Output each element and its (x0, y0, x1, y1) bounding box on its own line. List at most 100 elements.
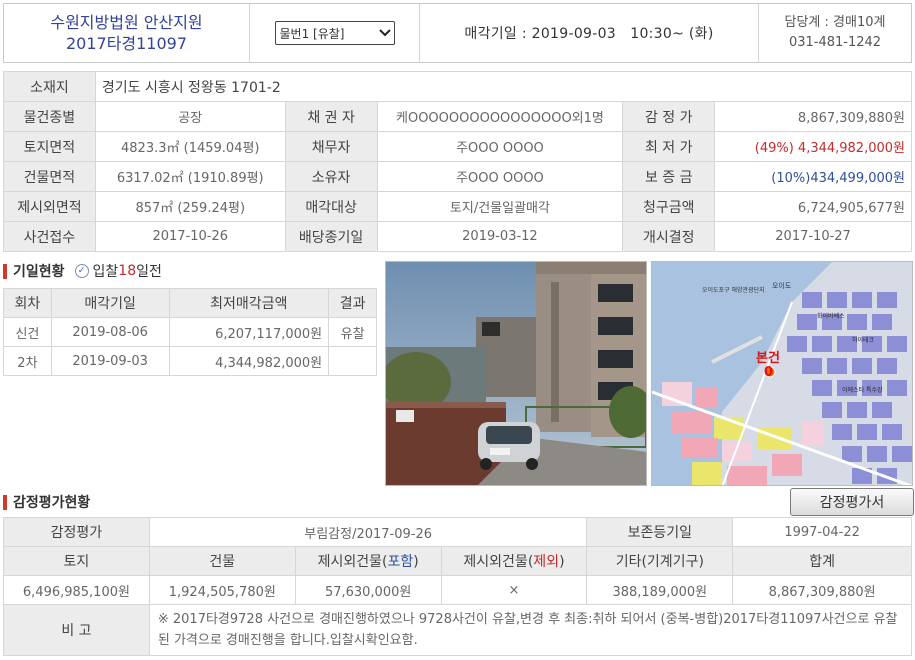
map-marker-label: 본건 (756, 350, 780, 366)
appraisal-table: 감정평가 부림감정/2017-09-26 보존등기일 1997-04-22 토지… (3, 517, 913, 656)
date-cell: 2019-09-03 (50, 346, 170, 376)
appraisal-report-button[interactable]: 감정평가서 (790, 488, 914, 516)
registration-date: 1997-04-22 (732, 517, 912, 547)
sale-date-label: 매각기일 : (464, 26, 532, 42)
section-marker (3, 263, 7, 279)
table-row: 신건 2019-08-06 6,207,117,000원 유찰 (3, 317, 377, 347)
info-label: 물건종별 (3, 101, 96, 132)
map-illustration: 본건 0 오이도 오이도포구 해양관광단지 화이바쎄스 하이테크 이에스티 특수… (652, 262, 912, 485)
price-cell: 6,207,117,000원 (168, 317, 330, 347)
sale-date-block: 매각기일 : 2019-09-03 10:30~ (화) (420, 4, 759, 62)
map-place-label: 화이바쎄스 (817, 312, 845, 320)
info-label: 채 권 자 (284, 101, 378, 132)
info-value: 케OOOOOOOOOOOOOOOO외1명 (376, 101, 624, 132)
table-row: 6,496,985,100원 1,924,505,780원 57,630,000… (3, 575, 912, 605)
info-value: 주OOO OOOO (376, 161, 624, 192)
registration-label: 보존등기일 (586, 517, 734, 547)
header-text: ) (559, 554, 565, 570)
value-cell: 57,630,000원 (294, 575, 442, 605)
map-place-label: 하이테크 (852, 336, 875, 344)
item-select-value: 물번1 [유찰] (279, 26, 345, 41)
info-value: 토지/건물일괄매각 (376, 191, 624, 222)
info-label: 감 정 가 (622, 101, 716, 132)
round-cell: 2차 (3, 346, 52, 376)
section-marker (3, 494, 7, 510)
info-label: 배당종기일 (284, 221, 378, 252)
column-header: 매각기일 (50, 288, 170, 318)
map-place-label: 오이도 (772, 281, 792, 290)
info-value: 주OOO OOOO (376, 131, 624, 162)
column-header: 제시외건물(제외) (440, 546, 588, 576)
minimum-price: (49%) 4,344,982,000원 (714, 131, 912, 162)
info-value: 4823.3㎡ (1459.04평) (94, 131, 286, 162)
bid-section-title: 기일현황 ✓ 입찰 18 일전 (3, 261, 162, 281)
info-value: 2019-03-12 (376, 221, 624, 252)
header-exclude: 제외 (533, 554, 560, 570)
column-header: 최저매각금액 (168, 288, 330, 318)
date-cell: 2019-08-06 (50, 317, 170, 347)
memo-label: 비 고 (3, 604, 150, 656)
info-label: 채무자 (284, 131, 378, 162)
item-select[interactable]: 물번1 [유찰] (274, 21, 395, 45)
property-info-table: 소재지 경기도 시흥시 정왕동 1701-2 물건종별 공장 채 권 자 케OO… (3, 71, 913, 252)
column-header: 합계 (732, 546, 912, 576)
appraisal-label: 감정평가 (3, 517, 150, 547)
appraisal-section-label: 감정평가현황 (13, 495, 91, 511)
info-label: 건물면적 (3, 161, 96, 192)
info-value: 2017-10-26 (94, 221, 286, 252)
value-cell: 1,924,505,780원 (148, 575, 296, 605)
value-cell: 8,867,309,880원 (732, 575, 912, 605)
appraisal-section-title: 감정평가현황 (3, 492, 90, 512)
column-header: 기타(기계기구) (586, 546, 734, 576)
info-label: 보 증 금 (622, 161, 716, 192)
item-select-cell: 물번1 [유찰] (250, 4, 420, 62)
info-value: 857㎡ (259.24평) (94, 191, 286, 222)
deposit-amount: (10%)434,499,000원 (714, 161, 912, 192)
column-header: 제시외건물(포함) (294, 546, 442, 576)
header-include: 포함 (387, 554, 414, 570)
info-label: 제시외면적 (3, 191, 96, 222)
info-label: 사건접수 (3, 221, 96, 252)
map-place-label: 이에스티 특수강 (842, 386, 883, 394)
appraisal-value: 부림감정/2017-09-26 (148, 517, 588, 547)
table-row: 2차 2019-09-03 4,344,982,000원 (3, 346, 377, 376)
court-block: 수원지방법원 안산지원 2017타경11097 (4, 4, 250, 62)
info-label: 매각대상 (284, 191, 378, 222)
info-label: 소유자 (284, 161, 378, 192)
location-map[interactable]: 본건 0 오이도 오이도포구 해양관광단지 화이바쎄스 하이테크 이에스티 특수… (651, 261, 913, 486)
property-photo[interactable] (385, 261, 647, 486)
info-label: 청구금액 (622, 191, 716, 222)
header-text: ) (413, 554, 419, 570)
price-cell: 4,344,982,000원 (168, 346, 330, 376)
info-value: 공장 (94, 101, 286, 132)
result-cell (328, 346, 377, 376)
phone-number: 031-481-1242 (788, 35, 882, 50)
clock-icon: ✓ (74, 264, 89, 278)
info-label: 개시결정 (622, 221, 716, 252)
column-header: 회차 (3, 288, 52, 318)
column-header: 결과 (328, 288, 377, 318)
column-header: 건물 (148, 546, 296, 576)
days-until-prefix: 입찰 (92, 264, 119, 280)
info-value: 6317.02㎡ (1910.89평) (94, 161, 286, 192)
round-cell: 신건 (3, 317, 52, 347)
contact-block: 담당계 : 경매10계 031-481-1242 (759, 4, 911, 62)
chevron-down-icon (376, 29, 394, 37)
info-label: 토지면적 (3, 131, 96, 162)
address-value: 경기도 시흥시 정왕동 1701-2 (94, 71, 913, 102)
value-cell: × (440, 575, 588, 605)
case-header: 수원지방법원 안산지원 2017타경11097 물번1 [유찰] 매각기일 : … (3, 3, 912, 63)
dept-label: 담당계 : 경매10계 (784, 15, 886, 30)
photo-illustration (386, 262, 646, 485)
appraised-price: 8,867,309,880원 (714, 101, 912, 132)
days-until-bid: ✓ 입찰 18 일전 (74, 261, 162, 281)
header-text: 제시외건물( (317, 554, 388, 570)
column-header: 토지 (3, 546, 150, 576)
memo-text: ※ 2017타경9728 사건으로 경매진행하였으나 9728사건이 유찰,변경… (148, 604, 913, 656)
bid-history-table: 회차 매각기일 최저매각금액 결과 신건 2019-08-06 6,207,11… (3, 288, 377, 376)
value-cell: 6,496,985,100원 (3, 575, 150, 605)
map-place-label: 오이도포구 해양관광단지 (702, 286, 765, 294)
case-number: 2017타경11097 (65, 34, 188, 53)
info-label: 최 저 가 (622, 131, 716, 162)
address-label: 소재지 (3, 71, 96, 102)
